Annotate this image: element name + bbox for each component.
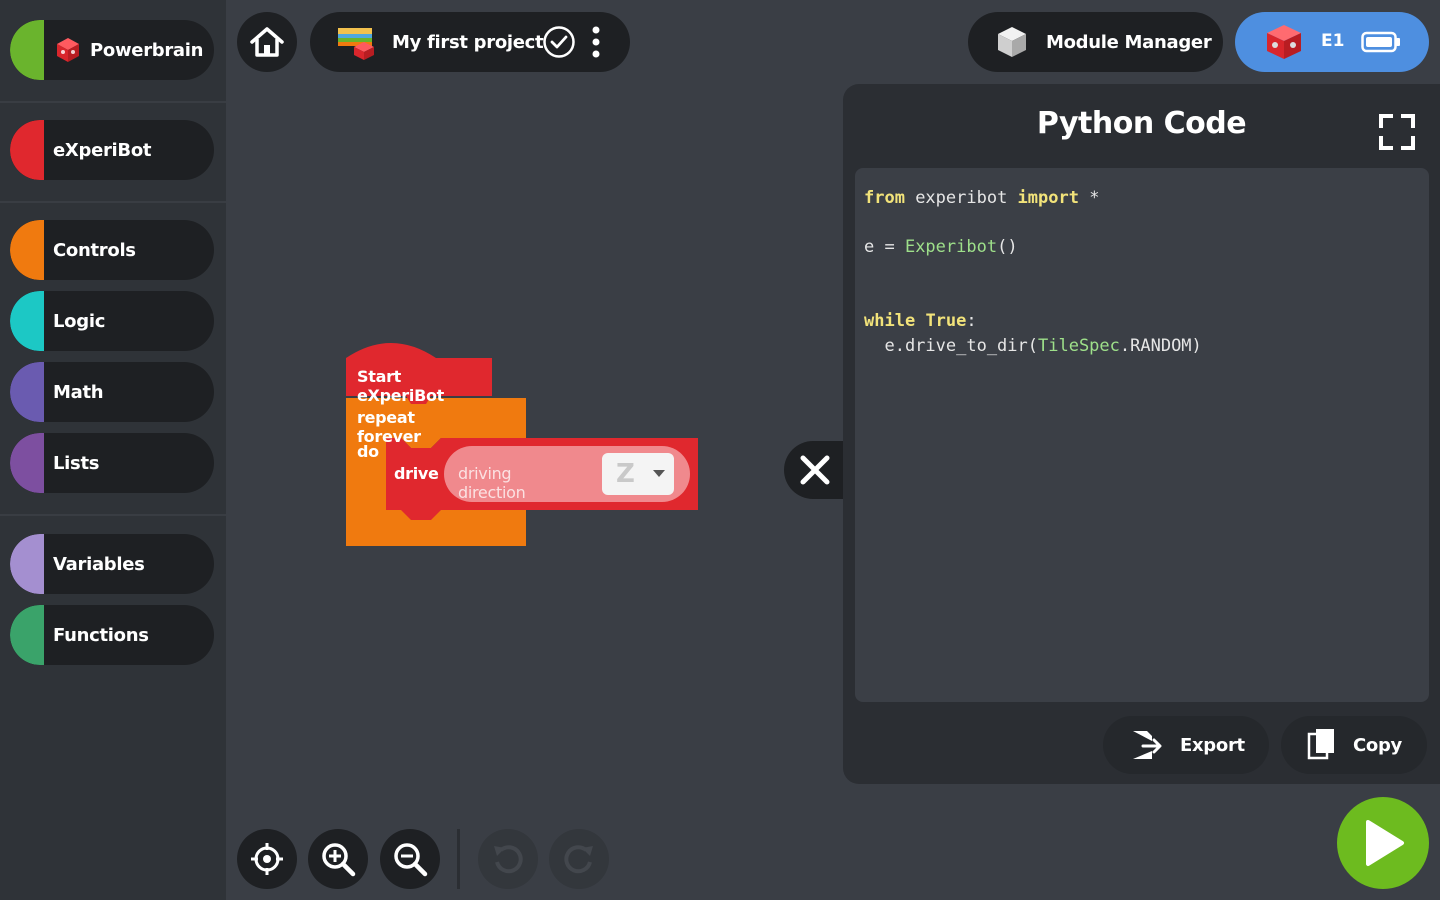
category-color-swatch bbox=[10, 433, 44, 493]
repeat-block-label: repeat forever bbox=[357, 408, 421, 446]
code-line: from experibot import * bbox=[864, 188, 1100, 208]
close-icon bbox=[800, 455, 830, 485]
category-label: eXperiBot bbox=[53, 139, 152, 161]
copy-button[interactable]: Copy bbox=[1281, 716, 1427, 774]
play-icon bbox=[1366, 820, 1404, 866]
undo-icon bbox=[494, 845, 523, 874]
category-controls[interactable]: Controls bbox=[10, 220, 214, 280]
category-functions[interactable]: Functions bbox=[10, 605, 214, 665]
category-color-swatch bbox=[10, 362, 44, 422]
redo-button[interactable] bbox=[549, 829, 609, 889]
category-label: Math bbox=[53, 381, 104, 403]
project-folder-icon bbox=[338, 28, 374, 60]
zoom-in-icon bbox=[322, 843, 356, 877]
category-label: Functions bbox=[53, 624, 149, 646]
divider bbox=[0, 514, 226, 516]
category-label: Controls bbox=[53, 239, 136, 261]
category-color-swatch bbox=[10, 605, 44, 665]
project-pill[interactable]: My first project bbox=[310, 12, 630, 72]
redo-icon bbox=[564, 845, 593, 874]
category-math[interactable]: Math bbox=[10, 362, 214, 422]
saved-check-icon bbox=[543, 26, 575, 58]
zoom-in-button[interactable] bbox=[308, 829, 368, 889]
divider bbox=[0, 201, 226, 203]
copy-label: Copy bbox=[1353, 734, 1402, 756]
copy-icon bbox=[1307, 729, 1334, 760]
direction-dropdown[interactable]: Z bbox=[602, 453, 674, 495]
do-label: do bbox=[357, 442, 379, 461]
export-icon bbox=[1133, 731, 1162, 759]
code-line: e.drive_to_dir(TileSpec.RANDOM) bbox=[864, 336, 1202, 356]
module-manager-button[interactable]: Module Manager bbox=[968, 12, 1223, 72]
home-icon bbox=[250, 27, 284, 57]
run-program-button[interactable] bbox=[1337, 797, 1429, 889]
powerbrain-cube-icon bbox=[57, 38, 79, 62]
category-label: Logic bbox=[53, 310, 106, 332]
category-color-swatch bbox=[10, 220, 44, 280]
code-line: while True: bbox=[864, 311, 977, 331]
recenter-button[interactable] bbox=[237, 829, 297, 889]
export-button[interactable]: Export bbox=[1103, 716, 1269, 774]
category-logic[interactable]: Logic bbox=[10, 291, 214, 351]
code-panel-title: Python Code bbox=[1036, 106, 1247, 141]
category-color-swatch bbox=[10, 291, 44, 351]
category-variables[interactable]: Variables bbox=[10, 534, 214, 594]
device-robot-icon bbox=[1267, 25, 1301, 59]
device-label: E1 bbox=[1321, 31, 1345, 51]
fullscreen-icon[interactable] bbox=[1373, 108, 1421, 156]
category-sidebar: Powerbrain eXperiBot Controls Logic Math… bbox=[0, 0, 226, 900]
toolbar-divider bbox=[457, 829, 460, 889]
close-code-panel-button[interactable] bbox=[784, 441, 846, 499]
divider bbox=[0, 101, 226, 103]
project-title: My first project bbox=[392, 31, 544, 53]
category-color-swatch bbox=[10, 20, 44, 80]
category-color-swatch bbox=[10, 120, 44, 180]
crosshair-icon bbox=[251, 843, 283, 875]
category-experibot[interactable]: eXperiBot bbox=[10, 120, 214, 180]
device-connection-button[interactable]: E1 bbox=[1235, 12, 1429, 72]
zoom-out-icon bbox=[394, 843, 428, 877]
module-cube-icon bbox=[998, 27, 1026, 57]
module-manager-label: Module Manager bbox=[1046, 31, 1212, 53]
python-code-panel: Python Code from experibot import * e = … bbox=[843, 84, 1440, 784]
direction-value: Z bbox=[616, 459, 635, 489]
category-lists[interactable]: Lists bbox=[10, 433, 214, 493]
home-button[interactable] bbox=[237, 12, 297, 72]
category-color-swatch bbox=[10, 534, 44, 594]
direction-label: driving direction bbox=[458, 464, 526, 502]
zoom-out-button[interactable] bbox=[380, 829, 440, 889]
category-label: Lists bbox=[53, 452, 100, 474]
dropdown-arrow-icon bbox=[653, 470, 665, 477]
category-label: Variables bbox=[53, 553, 145, 575]
category-label: Powerbrain bbox=[90, 39, 204, 61]
undo-button[interactable] bbox=[478, 829, 538, 889]
start-block-label: Start eXperiBot bbox=[357, 367, 445, 405]
more-options-icon[interactable] bbox=[589, 24, 603, 60]
battery-icon bbox=[1361, 31, 1400, 53]
drive-block-label: drive bbox=[394, 464, 439, 483]
category-powerbrain[interactable]: Powerbrain bbox=[10, 20, 214, 80]
export-label: Export bbox=[1180, 734, 1245, 756]
code-editor[interactable]: from experibot import * e = Experibot() … bbox=[855, 168, 1429, 702]
code-line: e = Experibot() bbox=[864, 237, 1018, 257]
